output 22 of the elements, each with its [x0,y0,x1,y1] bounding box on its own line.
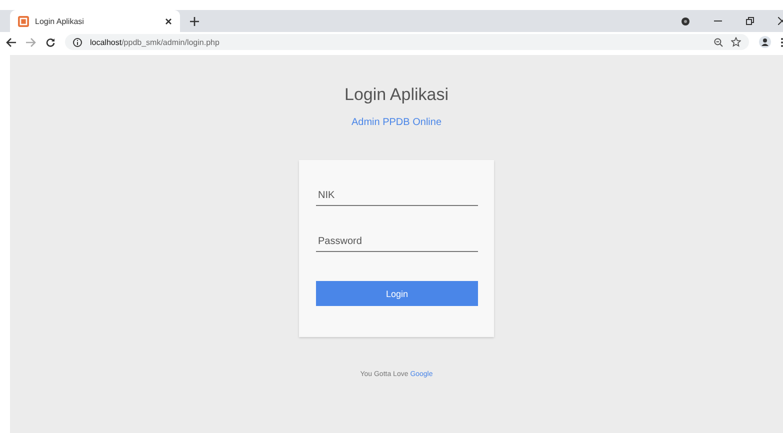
app-icon [18,16,29,26]
info-icon [73,38,82,46]
close-icon[interactable] [165,18,172,24]
star-icon[interactable] [731,37,741,47]
close-icon[interactable] [778,17,783,25]
input-field[interactable]: NIK [316,186,478,206]
zoom-icon[interactable] [714,38,723,46]
login-button[interactable]: Login [316,281,478,306]
browser-tab[interactable]: Login Aplikasi [10,10,180,32]
url-text: localhost/ppdb_smk/admin/login.php [90,38,220,46]
back-icon[interactable] [6,38,16,46]
address-bar[interactable]: localhost/ppdb_smk/admin/login.php [65,34,749,50]
profile-icon[interactable] [759,36,771,48]
minimize-icon[interactable] [714,20,722,22]
page-title: Login Aplikasi [344,85,448,105]
reload-icon[interactable] [46,38,55,46]
input-field[interactable]: Password [316,232,478,252]
record-icon[interactable] [681,16,690,26]
tab-title: Login Aplikasi [35,16,85,26]
page-subtitle: Admin PPDB Online [351,117,442,128]
plus-icon[interactable] [190,16,199,26]
restore-icon[interactable] [746,17,754,25]
